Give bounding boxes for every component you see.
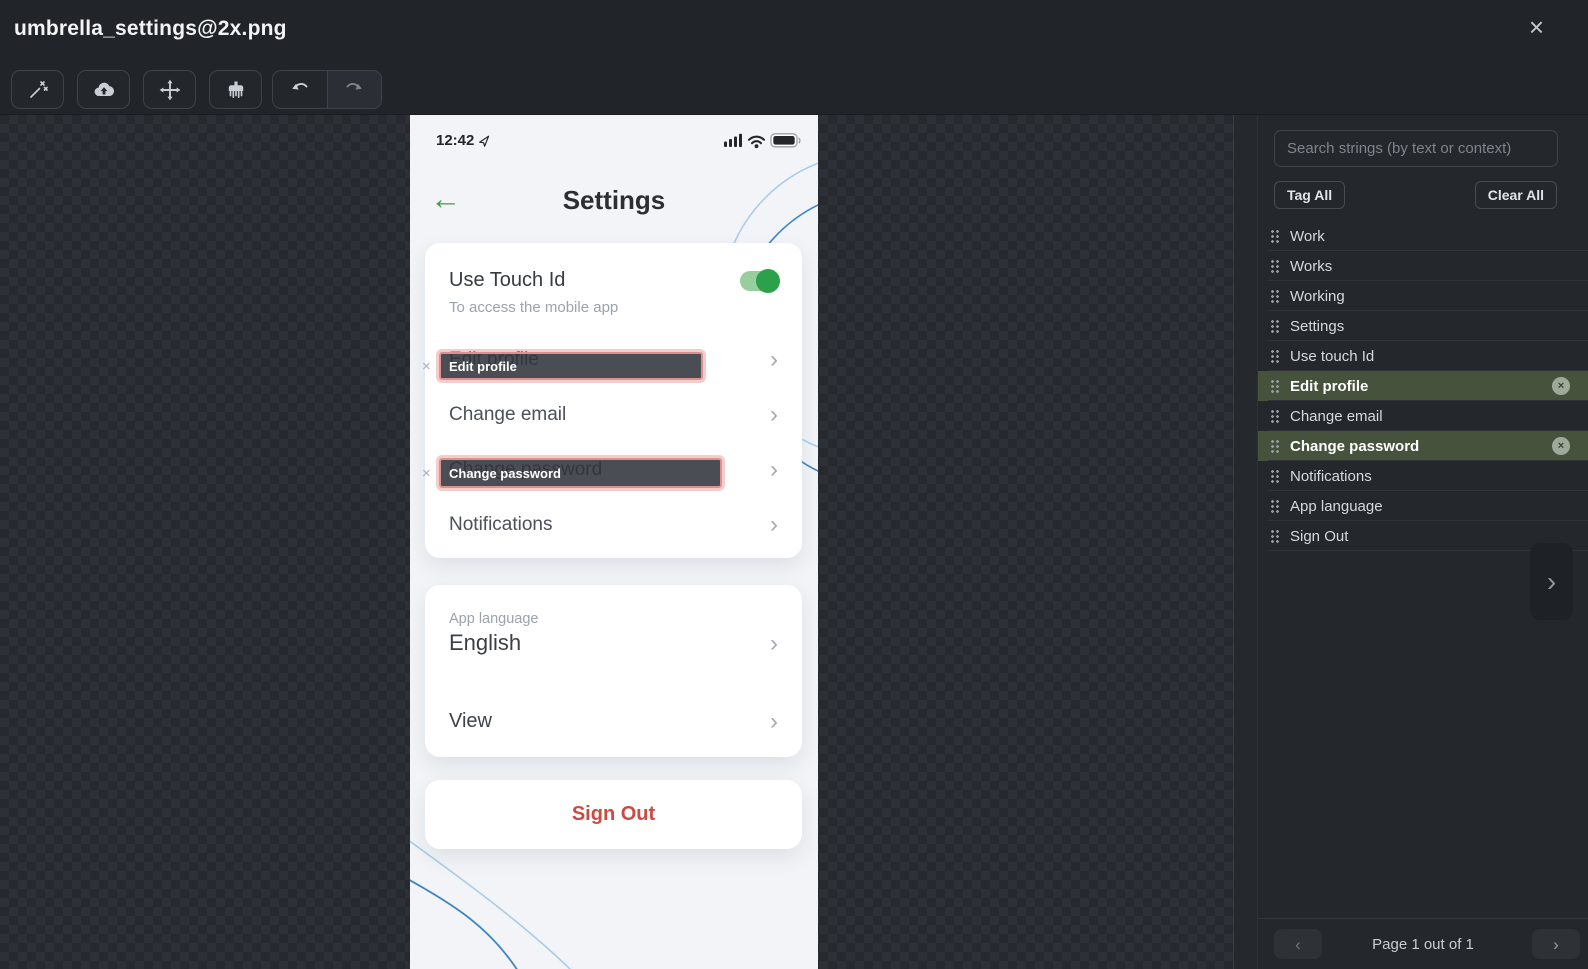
- drag-handle-icon[interactable]: [1270, 438, 1280, 454]
- drag-handle-icon[interactable]: [1270, 528, 1280, 544]
- chevron-right-icon: ›: [770, 400, 778, 428]
- drag-handle-icon[interactable]: [1270, 318, 1280, 334]
- drag-handle-icon[interactable]: [1270, 228, 1280, 244]
- app-language-value: English: [449, 630, 522, 655]
- undo-redo-group: [272, 70, 382, 109]
- string-label: Change email: [1290, 407, 1383, 425]
- drag-handle-icon[interactable]: [1270, 348, 1280, 364]
- location-arrow-icon: [478, 134, 490, 152]
- toolbar: Filter strings: /Umbrella.csv ▼ Strings …: [0, 62, 1588, 171]
- status-icons: [724, 132, 802, 154]
- string-row[interactable]: Works ×: [1258, 251, 1588, 281]
- chevron-right-icon: ›: [770, 510, 778, 538]
- string-row[interactable]: Use touch Id ×: [1258, 341, 1588, 371]
- app-window: umbrella_settings@2x.png × Filter string…: [0, 0, 1588, 969]
- title-bar: umbrella_settings@2x.png ×: [0, 0, 1588, 62]
- language-card: App language English › View ›: [425, 585, 802, 757]
- menu-label: Notifications: [449, 513, 553, 535]
- move-icon: [159, 79, 181, 101]
- use-touch-id-row: Use Touch Id: [449, 243, 780, 293]
- untag-icon[interactable]: ×: [1552, 437, 1570, 455]
- menu-row-notifications[interactable]: Notifications ›: [449, 497, 778, 552]
- tag-all-button[interactable]: Tag All: [1274, 181, 1346, 209]
- sign-out-label: Sign Out: [571, 803, 656, 825]
- brush-button[interactable]: [209, 70, 262, 109]
- string-label: Change password: [1290, 437, 1420, 455]
- use-touch-id-subtitle: To access the mobile app: [449, 299, 619, 316]
- string-row[interactable]: Notifications ×: [1258, 461, 1588, 491]
- menu-label: Change email: [449, 403, 567, 425]
- collapse-panel-button[interactable]: ›: [1530, 543, 1573, 620]
- tag-overlay-text: Change password: [449, 465, 561, 481]
- drag-handle-icon[interactable]: [1270, 468, 1280, 484]
- pagination-footer: ‹ Page 1 out of 1 ›: [1258, 918, 1588, 969]
- chevron-right-icon: ›: [1546, 565, 1557, 597]
- string-row[interactable]: Change email ×: [1258, 401, 1588, 431]
- chevron-right-icon[interactable]: ›: [770, 710, 778, 734]
- string-label: App language: [1290, 497, 1383, 515]
- sign-out-card[interactable]: Sign Out: [425, 780, 802, 849]
- undo-icon: [289, 77, 311, 102]
- drag-handle-icon[interactable]: [1270, 498, 1280, 514]
- magic-wand-button[interactable]: [11, 70, 64, 109]
- upload-button[interactable]: [77, 70, 130, 109]
- next-page-button[interactable]: ›: [1532, 929, 1580, 959]
- phone-screen-title: Settings: [562, 185, 666, 215]
- string-row[interactable]: Settings ×: [1258, 311, 1588, 341]
- status-time: 12:42: [436, 132, 475, 149]
- string-row[interactable]: Change password ×: [1258, 431, 1588, 461]
- clear-all-button[interactable]: Clear All: [1474, 181, 1557, 209]
- chevron-right-icon: ›: [770, 345, 778, 373]
- tag-overlay-edit-profile[interactable]: × Edit profile: [422, 352, 703, 380]
- string-row[interactable]: App language ×: [1258, 491, 1588, 521]
- brush-icon: [225, 79, 247, 101]
- string-label: Working: [1290, 287, 1345, 305]
- touch-id-toggle[interactable]: [740, 268, 780, 293]
- chevron-right-icon[interactable]: ›: [770, 632, 778, 656]
- drag-handle-icon[interactable]: [1270, 408, 1280, 424]
- use-touch-id-label: Use Touch Id: [449, 269, 566, 291]
- close-icon[interactable]: ×: [1529, 14, 1544, 40]
- file-title: umbrella_settings@2x.png: [14, 17, 287, 40]
- string-label: Notifications: [1290, 467, 1372, 485]
- move-button[interactable]: [143, 70, 196, 109]
- redo-icon: [343, 77, 365, 102]
- drag-handle-icon[interactable]: [1270, 258, 1280, 274]
- string-label: Use touch Id: [1290, 347, 1375, 365]
- settings-card: Use Touch Id To access the mobile app Ed…: [422, 243, 802, 558]
- string-row[interactable]: Edit profile ×: [1258, 371, 1588, 401]
- remove-tag-icon[interactable]: ×: [422, 358, 431, 375]
- magic-wand-icon: [27, 79, 49, 101]
- undo-button[interactable]: [273, 71, 327, 108]
- cloud-upload-icon: [92, 79, 116, 101]
- strings-sidebar: Tag All Clear All Work × Works × Working…: [1257, 115, 1588, 969]
- string-row[interactable]: Working ×: [1258, 281, 1588, 311]
- menu-row-change-email[interactable]: Change email ›: [449, 387, 778, 442]
- tag-overlay-text: Edit profile: [449, 358, 517, 374]
- string-label: Works: [1290, 257, 1333, 275]
- string-label: Edit profile: [1290, 377, 1369, 395]
- tag-overlay-change-password[interactable]: × Change password: [422, 458, 722, 488]
- phone-screenshot: 12:42 ← Settings Use Touch Id To access …: [410, 115, 818, 969]
- canvas-gutter: [1233, 115, 1257, 969]
- string-label: Work: [1290, 227, 1325, 245]
- drag-handle-icon[interactable]: [1270, 378, 1280, 394]
- toggle-knob: [756, 268, 780, 293]
- drag-handle-icon[interactable]: [1270, 288, 1280, 304]
- view-row-label: View: [449, 710, 492, 732]
- search-input[interactable]: [1274, 130, 1558, 167]
- redo-button[interactable]: [326, 71, 381, 108]
- string-label: Sign Out: [1290, 527, 1349, 545]
- chevron-right-icon: ›: [770, 455, 778, 483]
- strings-list: Work × Works × Working × Settings × Use …: [1258, 221, 1588, 551]
- remove-tag-icon[interactable]: ×: [422, 465, 431, 482]
- string-row[interactable]: Work ×: [1258, 221, 1588, 251]
- untag-icon[interactable]: ×: [1552, 377, 1570, 395]
- string-label: Settings: [1290, 317, 1345, 335]
- app-language-label: App language: [449, 611, 539, 627]
